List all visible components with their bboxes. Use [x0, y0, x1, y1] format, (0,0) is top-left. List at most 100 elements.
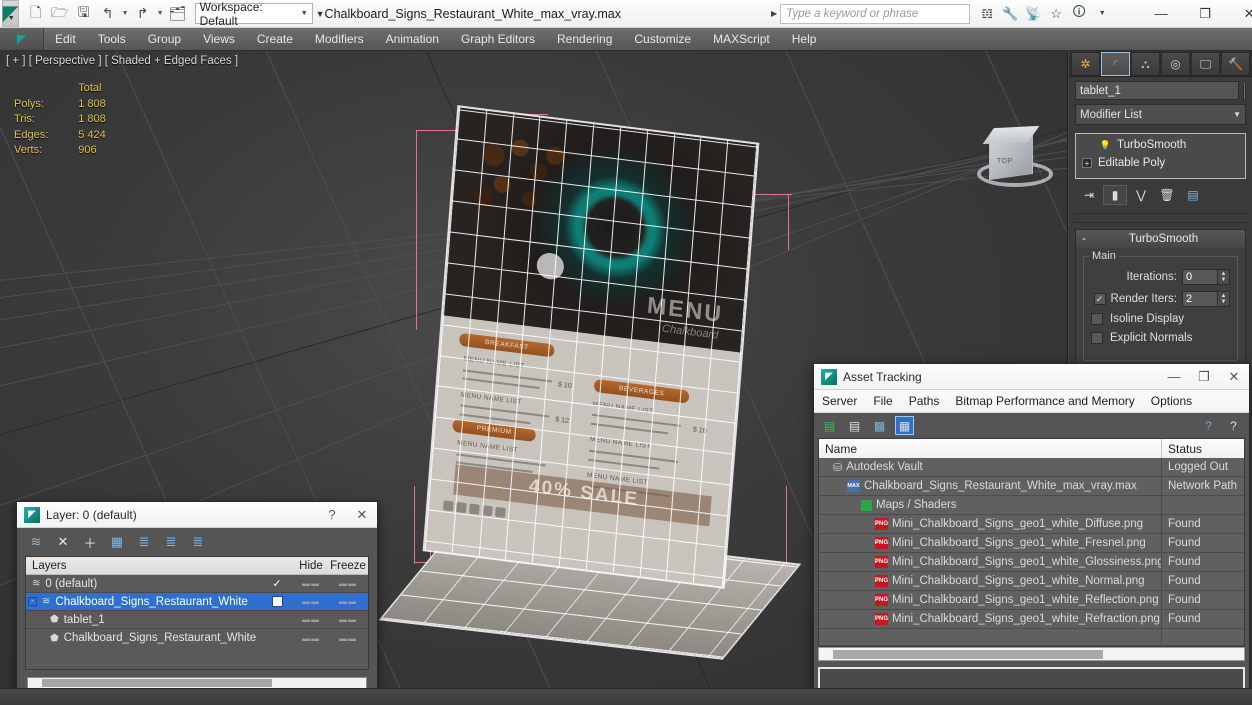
search-input[interactable]: Type a keyword or phrase: [780, 3, 971, 24]
set-project-folder-button[interactable]: 🗂: [167, 3, 189, 25]
object-color-swatch[interactable]: [1243, 81, 1246, 100]
configure-modifier-sets-button[interactable]: ▤: [1181, 185, 1205, 205]
undo-dropdown-icon[interactable]: ▼: [121, 3, 130, 25]
asset-menu-bitmap-performance[interactable]: Bitmap Performance and Memory: [947, 390, 1142, 413]
layer-dialog[interactable]: ◤ Layer: 0 (default) ? ✕ ≋ ✕ ＋ ▦ ≣ ≣ ≣ L…: [16, 501, 378, 696]
redo-dropdown-icon[interactable]: ▼: [156, 3, 165, 25]
collapse-icon[interactable]: -: [1082, 233, 1086, 245]
list-view-button[interactable]: ▤: [845, 416, 864, 435]
spinner-arrows-icon[interactable]: ▲ ▼: [1218, 269, 1230, 285]
create-new-layer-button[interactable]: ≋: [27, 533, 45, 551]
layer-row-tablet1[interactable]: ⬟ tablet_1 ▬▬ ▬▬: [26, 611, 368, 629]
hierarchy-tab[interactable]: ⛬: [1131, 52, 1160, 76]
display-tab[interactable]: 🖵: [1191, 52, 1220, 76]
viewport-label[interactable]: [ + ] [ Perspective ] [ Shaded + Edged F…: [6, 55, 238, 67]
iterations-spinner[interactable]: ▲▼: [1182, 269, 1230, 285]
asset-row-glossiness[interactable]: PNG Mini_Chalkboard_Signs_geo1_white_Glo…: [819, 552, 1244, 572]
menu-rendering[interactable]: Rendering: [546, 28, 623, 51]
menu-customize[interactable]: Customize: [623, 28, 702, 51]
render-iters-input[interactable]: [1182, 291, 1218, 307]
asset-row-reflection[interactable]: PNG Mini_Chalkboard_Signs_geo1_white_Ref…: [819, 590, 1244, 610]
modify-tab[interactable]: ◜: [1101, 52, 1130, 76]
asset-scrollbar-thumb[interactable]: [833, 649, 1103, 659]
menu-create[interactable]: Create: [246, 28, 304, 51]
help-icon[interactable]: 🛈: [1068, 3, 1090, 25]
asset-row-maxfile[interactable]: MAX Chalkboard_Signs_Restaurant_White_ma…: [819, 476, 1244, 496]
refresh-button[interactable]: ▤: [820, 416, 839, 435]
motion-tab[interactable]: ◎: [1161, 52, 1190, 76]
menu-views[interactable]: Views: [192, 28, 246, 51]
thumbnail-view-button[interactable]: ▩: [870, 416, 889, 435]
remove-modifier-button[interactable]: 🗑: [1155, 185, 1179, 205]
layer-freeze-toggle-1[interactable]: ▬▬: [339, 597, 357, 606]
menu-stand-object[interactable]: MENU Chalkboard BREAKFAST BEVERAGES PREM…: [382, 106, 820, 658]
layer-freeze-toggle-3[interactable]: ▬▬: [339, 634, 357, 643]
app-logo-button[interactable]: ◤ ▼: [2, 0, 19, 27]
asset-row-normal[interactable]: PNG Mini_Chalkboard_Signs_geo1_white_Nor…: [819, 571, 1244, 591]
minimize-button[interactable]: —: [1139, 0, 1183, 27]
asset-tracking-dialog[interactable]: ◤ Asset Tracking — ❐ ✕ Server File Paths…: [813, 363, 1250, 699]
set-current-layer-button[interactable]: ≣: [189, 533, 207, 551]
asset-menu-server[interactable]: Server: [814, 390, 865, 413]
menu-animation[interactable]: Animation: [375, 28, 450, 51]
layer-freeze-toggle-2[interactable]: ▬▬: [339, 615, 357, 624]
asset-row-diffuse[interactable]: PNG Mini_Chalkboard_Signs_geo1_white_Dif…: [819, 514, 1244, 534]
explicit-normals-row[interactable]: Explicit Normals: [1091, 332, 1230, 344]
redo-button[interactable]: ↱: [132, 3, 154, 25]
highlight-selected-objects-layer-button[interactable]: ≣: [135, 533, 153, 551]
make-unique-button[interactable]: ⋁: [1129, 185, 1153, 205]
maximize-button[interactable]: ❐: [1183, 0, 1227, 27]
menu-edit[interactable]: Edit: [44, 28, 87, 51]
layer-scrollbar-thumb[interactable]: [42, 679, 272, 687]
layer-row-chalkboard[interactable]: - ≋ Chalkboard_Signs_Restaurant_White ▬▬…: [26, 593, 368, 611]
asset-row-maps-shaders[interactable]: Maps / Shaders: [819, 495, 1244, 515]
new-file-button[interactable]: 🗋: [25, 3, 47, 25]
open-file-button[interactable]: 🗁: [49, 3, 71, 25]
isoline-display-row[interactable]: Isoline Display: [1091, 313, 1230, 325]
layer-row-object-chalkboard[interactable]: ⬟ Chalkboard_Signs_Restaurant_White ▬▬ ▬…: [26, 629, 368, 647]
layer-current-checkbox[interactable]: [271, 596, 283, 607]
layer-freeze-toggle-0[interactable]: ▬▬: [339, 579, 357, 588]
asset-row-refraction[interactable]: PNG Mini_Chalkboard_Signs_geo1_white_Ref…: [819, 609, 1244, 629]
expand-collapse-icon[interactable]: -: [28, 597, 37, 606]
close-button[interactable]: ✕: [1227, 0, 1252, 27]
layer-dialog-close-button[interactable]: ✕: [347, 502, 377, 528]
asset-dialog-titlebar[interactable]: ◤ Asset Tracking — ❐ ✕: [814, 364, 1249, 390]
grid-view-button[interactable]: ▦: [895, 416, 914, 435]
asset-menu-paths[interactable]: Paths: [901, 390, 948, 413]
lightbulb-icon[interactable]: 💡: [1100, 140, 1111, 151]
help-chevron-icon[interactable]: ▼: [1091, 3, 1113, 25]
turbosmooth-rollout-header[interactable]: - TurboSmooth: [1076, 230, 1245, 248]
star-icon[interactable]: ☆: [1045, 3, 1067, 25]
asset-dialog-minimize-button[interactable]: —: [1159, 364, 1189, 390]
menu-group[interactable]: Group: [137, 28, 192, 51]
plus-box-icon[interactable]: +: [1082, 158, 1092, 168]
search-expand-icon[interactable]: ▶: [771, 9, 777, 18]
help-new-icon[interactable]: ?: [1199, 416, 1218, 435]
layer-row-default[interactable]: ≋ 0 (default) ✓ ▬▬ ▬▬: [26, 575, 368, 593]
layer-dialog-titlebar[interactable]: ◤ Layer: 0 (default) ? ✕: [17, 502, 377, 528]
layer-dialog-help-button[interactable]: ?: [317, 502, 347, 528]
layer-hide-toggle-3[interactable]: ▬▬: [302, 634, 320, 643]
spinner-arrows-icon-2[interactable]: ▲ ▼: [1218, 291, 1230, 307]
menu-help[interactable]: Help: [781, 28, 828, 51]
modifier-stack-item-turbosmooth[interactable]: 💡 TurboSmooth: [1078, 136, 1243, 154]
layer-current-check[interactable]: ✓: [260, 577, 294, 590]
utilities-tab[interactable]: 🔨: [1221, 52, 1250, 76]
modifier-stack-item-editable-poly[interactable]: + Editable Poly: [1078, 154, 1243, 172]
help-icon[interactable]: ?: [1224, 416, 1243, 435]
menu-tools[interactable]: Tools: [87, 28, 137, 51]
select-objects-in-layer-button[interactable]: ▦: [108, 533, 126, 551]
menu-maxscript[interactable]: MAXScript: [702, 28, 781, 51]
workspace-selector[interactable]: Workspace: Default ▼: [194, 0, 313, 28]
layer-hide-toggle-1[interactable]: ▬▬: [302, 597, 320, 606]
binoculars-icon[interactable]: 𝌺: [976, 3, 998, 25]
object-name-input[interactable]: [1075, 81, 1239, 100]
asset-row-fresnel[interactable]: PNG Mini_Chalkboard_Signs_geo1_white_Fre…: [819, 533, 1244, 553]
asset-menu-file[interactable]: File: [865, 390, 900, 413]
asset-dialog-close-button[interactable]: ✕: [1219, 364, 1249, 390]
create-tab[interactable]: ✲: [1071, 52, 1100, 76]
workspace-dropdown-button[interactable]: ▼: [316, 9, 325, 19]
add-selection-to-layer-button[interactable]: ＋: [81, 533, 99, 551]
explicit-normals-checkbox[interactable]: [1091, 332, 1103, 344]
